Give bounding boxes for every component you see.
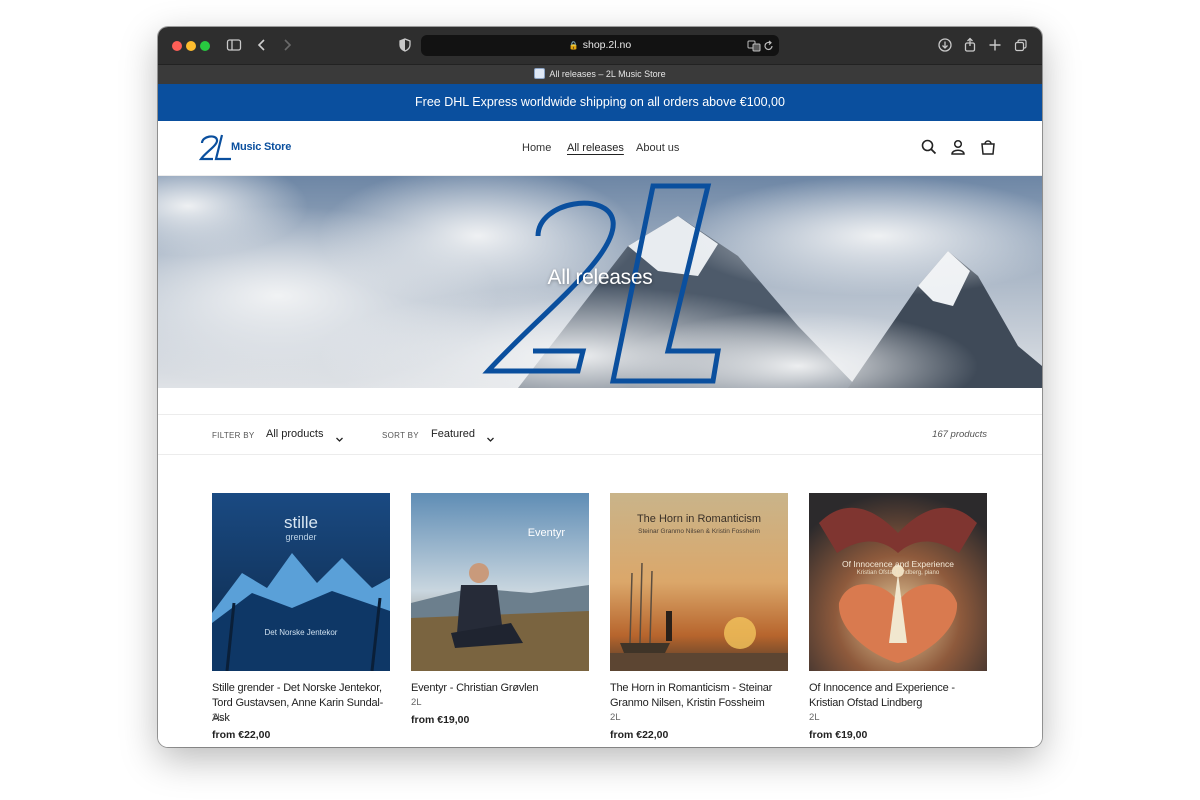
browser-toolbar: 🔒 shop.2l.no: [158, 27, 1042, 64]
web-page: Free DHL Express worldwide shipping on a…: [158, 84, 1042, 747]
product-price: from €19,00: [809, 729, 868, 741]
close-window-button[interactable]: [172, 41, 182, 51]
share-icon[interactable]: [963, 36, 977, 54]
new-tab-icon[interactable]: [988, 36, 1002, 54]
cover-footer: Det Norske Jentekor: [264, 628, 338, 637]
product-vendor: 2L: [610, 712, 621, 723]
zoom-window-button[interactable]: [200, 41, 210, 51]
cover-title: Eventyr: [527, 527, 565, 539]
url-text: shop.2l.no: [582, 39, 632, 51]
cover-subtitle: Steinar Granmo Nilsen & Kristin Fossheim: [638, 528, 760, 535]
tab-overview-icon[interactable]: [1014, 36, 1028, 54]
account-icon[interactable]: [949, 138, 967, 156]
product-price: from €22,00: [610, 729, 669, 741]
download-icon[interactable]: [937, 36, 953, 54]
product-title[interactable]: Stille grender - Det Norske Jentekor, To…: [212, 681, 394, 726]
product-cover-image[interactable]: stille grender Det Norske Jentekor: [212, 493, 390, 671]
sort-label: SORT BY: [382, 431, 419, 440]
filter-select[interactable]: All products: [266, 428, 323, 440]
site-header: Music Store Home All releases About us: [158, 121, 1042, 176]
lock-icon: 🔒: [568, 41, 579, 50]
translate-icon[interactable]: [747, 38, 761, 52]
search-icon[interactable]: [920, 138, 938, 156]
nav-all-releases[interactable]: All releases: [567, 142, 624, 154]
privacy-shield-icon[interactable]: [398, 36, 412, 54]
cover-subtitle: Kristian Ofstad Lindberg, piano: [856, 570, 940, 576]
reload-icon[interactable]: [762, 38, 775, 52]
nav-about-us[interactable]: About us: [636, 142, 679, 154]
tab-bar: All releases – 2L Music Store: [158, 64, 1042, 84]
product-title[interactable]: Of Innocence and Experience - Kristian O…: [809, 681, 991, 711]
sort-select[interactable]: Featured: [431, 428, 475, 440]
cover-title: Of Innocence and Experience: [842, 559, 954, 569]
product-cover-image[interactable]: Of Innocence and Experience Kristian Ofs…: [809, 493, 987, 671]
collection-hero-banner: All releases: [158, 176, 1042, 388]
cover-subtitle: grender: [285, 532, 317, 542]
product-title[interactable]: Eventyr - Christian Grøvlen: [411, 681, 593, 696]
sidebar-toggle-icon[interactable]: [226, 36, 242, 54]
favicon-icon: [534, 68, 546, 79]
back-icon[interactable]: [256, 36, 268, 54]
address-bar[interactable]: 🔒 shop.2l.no: [421, 35, 779, 56]
product-cover-image[interactable]: The Horn in Romanticism Steinar Granmo N…: [610, 493, 788, 671]
product-vendor: 2L: [809, 712, 820, 723]
browser-window: 🔒 shop.2l.no All releases – 2L Music Stor…: [158, 27, 1042, 747]
product-price: from €19,00: [411, 714, 470, 726]
forward-icon[interactable]: [281, 36, 293, 54]
active-tab[interactable]: All releases – 2L Music Store: [158, 65, 1042, 84]
filter-sort-bar: FILTER BY All products SORT BY Featured …: [158, 414, 1042, 455]
sort-chevron-down-icon[interactable]: [486, 429, 495, 442]
cover-title: The Horn in Romanticism: [636, 513, 762, 525]
product-cover-image[interactable]: Eventyr: [411, 493, 589, 671]
nav-home[interactable]: Home: [522, 142, 551, 154]
minimize-window-button[interactable]: [186, 41, 196, 51]
product-vendor: 2L: [411, 697, 422, 708]
product-price: from €22,00: [212, 729, 271, 741]
tab-title: All releases – 2L Music Store: [549, 69, 666, 79]
product-vendor: 2L: [212, 712, 223, 723]
announcement-bar: Free DHL Express worldwide shipping on a…: [158, 84, 1042, 121]
cover-title: stille: [283, 513, 318, 532]
cart-icon[interactable]: [979, 138, 997, 156]
product-title[interactable]: The Horn in Romanticism - Steinar Granmo…: [610, 681, 792, 711]
logo-text[interactable]: Music Store: [231, 141, 291, 153]
2l-logo-icon: [198, 134, 231, 161]
product-count: 167 products: [932, 429, 987, 440]
filter-chevron-down-icon[interactable]: [335, 429, 344, 442]
collection-title: All releases: [547, 266, 653, 289]
filter-label: FILTER BY: [212, 431, 255, 440]
